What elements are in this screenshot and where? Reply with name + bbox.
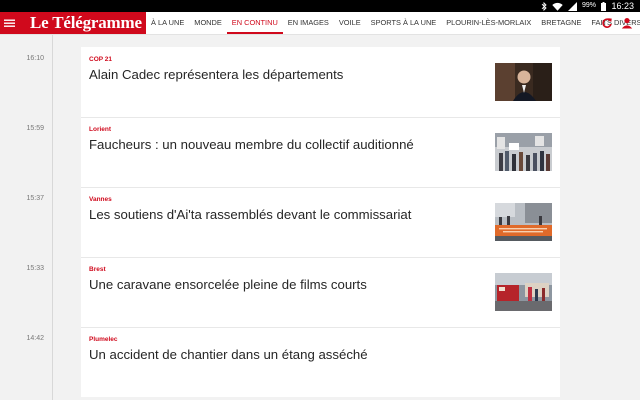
tab-a-la-une[interactable]: À LA UNE	[146, 12, 189, 34]
article-card[interactable]: COP 21 Alain Cadec représentera les dépa…	[81, 47, 560, 117]
article-card[interactable]: Plumelec Un accident de chantier dans un…	[81, 327, 560, 397]
article-kicker: Vannes	[89, 196, 112, 203]
wifi-icon	[552, 2, 563, 11]
article-time: 15:37	[26, 195, 44, 202]
article-card[interactable]: Brest Une caravane ensorcelée pleine de …	[81, 257, 560, 327]
article-card[interactable]: Vannes Les soutiens d'Ai'ta rassemblés d…	[81, 187, 560, 257]
battery-icon	[601, 1, 606, 11]
article-kicker: Brest	[89, 266, 106, 273]
bluetooth-icon	[541, 1, 547, 11]
article-kicker: Lorient	[89, 126, 112, 133]
section-tabs: À LA UNE MONDE EN CONTINU EN IMAGES VOIL…	[146, 12, 640, 34]
article-headline[interactable]: Un accident de chantier dans un étang as…	[89, 347, 481, 363]
article-kicker: Plumelec	[89, 336, 118, 343]
battery-percent: 99%	[581, 2, 596, 9]
app-logo[interactable]: Le Télégramme	[30, 12, 142, 34]
article-kicker: COP 21	[89, 56, 113, 63]
news-feed: 16:10 15:59 15:37 15:33 14:42 COP 21 Ala…	[0, 35, 640, 400]
article-time: 15:59	[26, 125, 44, 132]
tab-bretagne[interactable]: BRETAGNE	[536, 12, 586, 34]
tab-monde[interactable]: MONDE	[189, 12, 227, 34]
article-headline[interactable]: Les soutiens d'Ai'ta rassemblés devant l…	[89, 207, 481, 223]
article-thumbnail[interactable]	[495, 63, 552, 101]
article-time: 15:33	[26, 265, 44, 272]
tab-voile[interactable]: VOILE	[334, 12, 366, 34]
article-list: COP 21 Alain Cadec représentera les dépa…	[81, 47, 560, 397]
article-headline[interactable]: Alain Cadec représentera les département…	[89, 67, 481, 83]
status-bar: 99% 16:23	[0, 0, 640, 12]
article-time: 16:10	[26, 55, 44, 62]
article-headline[interactable]: Une caravane ensorcelée pleine de films …	[89, 277, 481, 293]
article-headline[interactable]: Faucheurs : un nouveau membre du collect…	[89, 137, 481, 153]
article-thumbnail[interactable]	[495, 133, 552, 171]
article-time: 14:42	[26, 335, 44, 342]
timeline-line	[52, 35, 53, 400]
brand-block: Le Télégramme	[0, 12, 146, 34]
clock: 16:23	[611, 1, 634, 11]
tab-en-images[interactable]: EN IMAGES	[283, 12, 334, 34]
tab-sports-a-la-une[interactable]: SPORTS À LA UNE	[366, 12, 442, 34]
article-thumbnail[interactable]	[495, 203, 552, 241]
article-thumbnail[interactable]	[495, 273, 552, 311]
account-icon[interactable]	[621, 17, 633, 29]
tab-en-continu[interactable]: EN CONTINU	[226, 12, 283, 34]
signal-icon	[567, 1, 577, 11]
tab-plourin-les-morlaix[interactable]: PLOURIN-LÈS-MORLAIX	[441, 12, 536, 34]
status-icons: 99%	[541, 1, 606, 11]
article-card[interactable]: Lorient Faucheurs : un nouveau membre du…	[81, 117, 560, 187]
refresh-icon[interactable]	[601, 17, 613, 29]
app-bar: Le Télégramme À LA UNE MONDE EN CONTINU …	[0, 12, 640, 35]
hamburger-menu-icon[interactable]	[4, 17, 16, 29]
